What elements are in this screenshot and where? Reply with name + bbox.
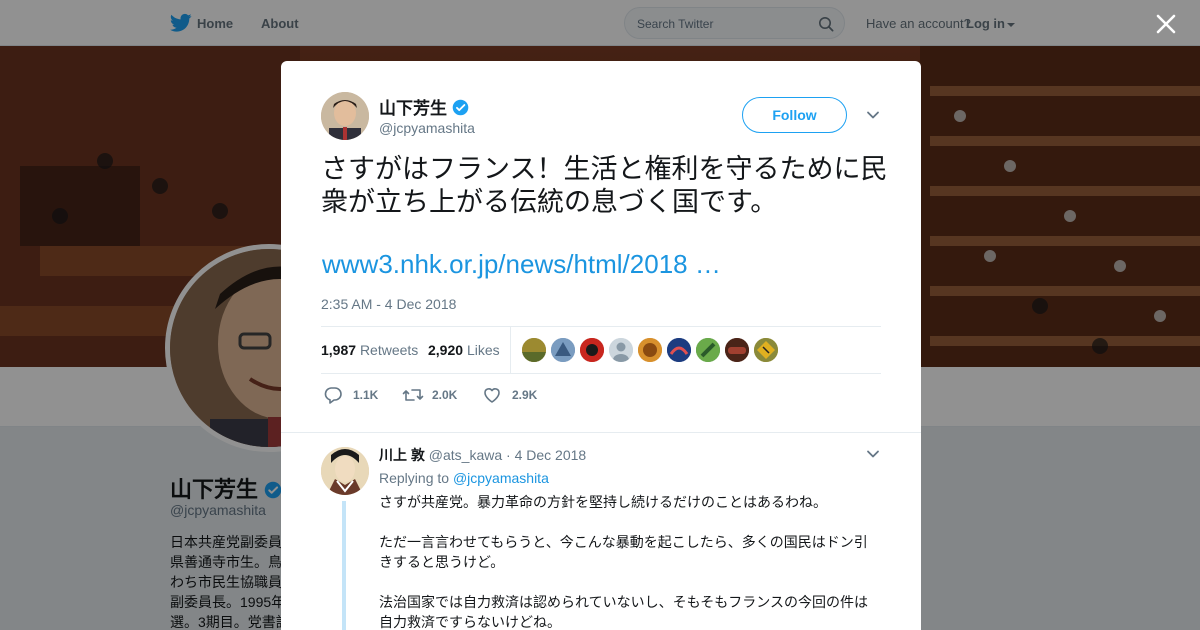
author-avatar[interactable]: [321, 92, 369, 140]
likes-count[interactable]: 2,920: [428, 342, 463, 358]
liker-avatar[interactable]: [725, 338, 749, 362]
replying-to-label: Replying to: [379, 470, 450, 486]
close-icon[interactable]: [1155, 13, 1177, 35]
reply-paragraph: 法治国家では自力救済は認められていないし、そもそもフランスの今回の件は自力救済で…: [379, 594, 869, 630]
retweet-icon[interactable]: [402, 385, 424, 405]
reply-paragraph: さすが共産党。暴力革命の方針を堅持し続けるだけのことはあるわね。: [379, 494, 827, 510]
author-handle[interactable]: @jcpyamashita: [379, 120, 475, 136]
liker-avatar[interactable]: [667, 338, 691, 362]
follow-button[interactable]: Follow: [742, 97, 847, 133]
reply-paragraph: ただ一言言わせてもらうと、今こんな暴動を起こしたら、多くの国民はドン引きすると思…: [379, 534, 868, 570]
retweets-count[interactable]: 1,987: [321, 342, 356, 358]
tweet-permalink-modal: 山下芳生 @jcpyamashita Follow さすがはフランス！生活と権利…: [281, 61, 921, 630]
reply-count[interactable]: 1.1K: [353, 388, 378, 402]
chevron-down-icon[interactable]: [866, 108, 880, 122]
tweet-timestamp[interactable]: 2:35 AM - 4 Dec 2018: [321, 296, 456, 312]
retweets-stat[interactable]: 1,987 Retweets: [321, 342, 418, 358]
reply-author-handle[interactable]: @ats_kawa: [429, 447, 502, 463]
liker-avatar[interactable]: [696, 338, 720, 362]
tweet-stats: 1,987 Retweets 2,920 Likes: [321, 326, 881, 374]
divider: [281, 432, 921, 433]
reply-header: 川上 敦 @ats_kawa · 4 Dec 2018: [379, 445, 586, 465]
reply-author-avatar[interactable]: [321, 447, 369, 495]
tweet-link[interactable]: www3.nhk.or.jp/news/html/2018 …: [322, 249, 721, 280]
likes-label[interactable]: Likes: [467, 342, 500, 358]
liker-avatar[interactable]: [638, 338, 662, 362]
reply-icon[interactable]: [323, 385, 343, 405]
reply-date[interactable]: · 4 Dec 2018: [506, 447, 586, 463]
replying-to-mention[interactable]: @jcpyamashita: [453, 470, 549, 486]
likes-stat[interactable]: 2,920 Likes: [428, 342, 500, 358]
replying-to: Replying to @jcpyamashita: [379, 470, 549, 486]
reply-text: さすが共産党。暴力革命の方針を堅持し続けるだけのことはあるわね。 ただ一言言わせ…: [379, 492, 879, 630]
liker-avatar[interactable]: [609, 338, 633, 362]
liker-avatar[interactable]: [580, 338, 604, 362]
stats-divider: [510, 327, 511, 373]
retweet-count[interactable]: 2.0K: [432, 388, 457, 402]
thread-line: [342, 501, 346, 630]
like-count[interactable]: 2.9K: [512, 388, 537, 402]
tweet-text: さすがはフランス！生活と権利を守るために民衆が立ち上がる伝統の息づく国です。: [321, 154, 888, 217]
reply-author-name[interactable]: 川上 敦: [379, 447, 425, 463]
retweets-label[interactable]: Retweets: [360, 342, 418, 358]
author-name[interactable]: 山下芳生: [379, 94, 469, 119]
tweet-actions: 1.1K 2.0K 2.9K: [321, 381, 881, 411]
chevron-down-icon[interactable]: [866, 447, 880, 461]
heart-icon[interactable]: [482, 385, 502, 405]
liker-avatar[interactable]: [522, 338, 546, 362]
verified-badge-icon: [452, 99, 469, 116]
liker-avatar[interactable]: [551, 338, 575, 362]
liker-avatar[interactable]: [754, 338, 778, 362]
author-name-text[interactable]: 山下芳生: [379, 99, 447, 118]
